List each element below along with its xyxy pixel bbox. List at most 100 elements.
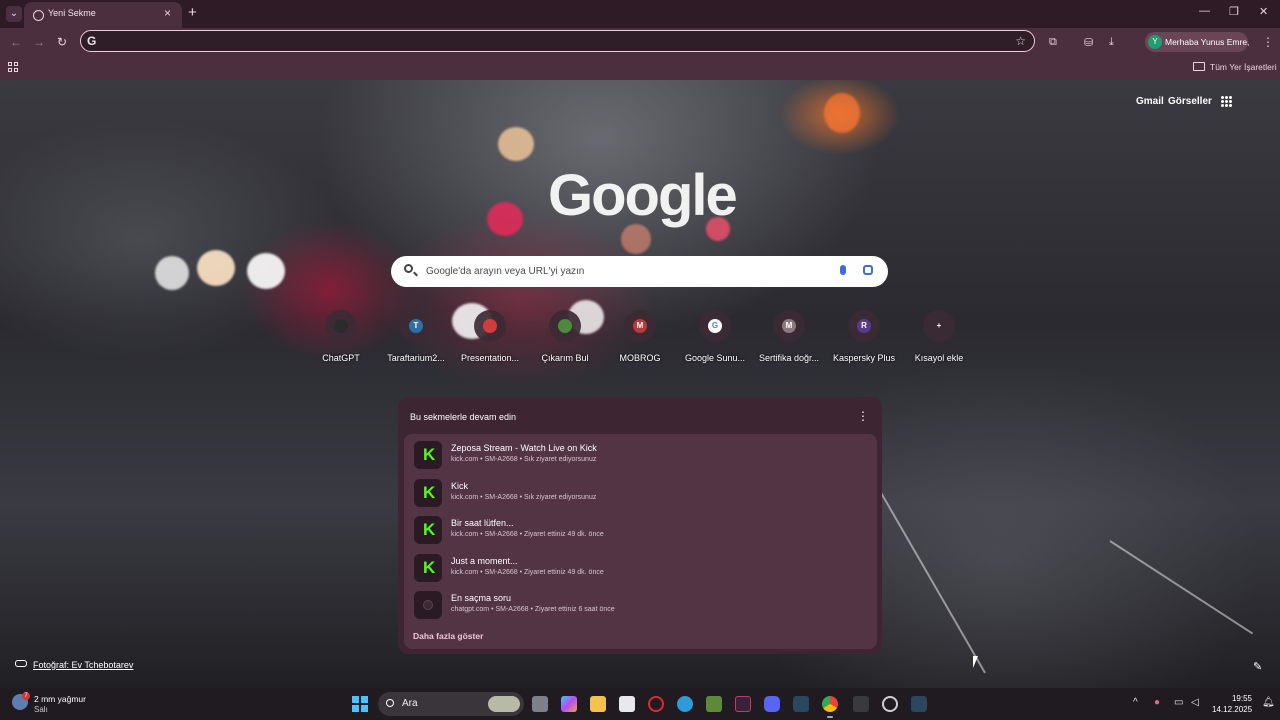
tab-search-button[interactable]: ⌄ xyxy=(6,6,22,22)
shortcut-icon xyxy=(549,310,581,342)
shortcut-label: ChatGPT xyxy=(322,353,360,363)
taskbar-search[interactable]: Ara xyxy=(378,692,524,716)
show-more-link[interactable]: Daha fazla göster xyxy=(413,631,483,641)
microphone-icon[interactable]: ● xyxy=(1154,697,1160,708)
game-launcher-icon[interactable] xyxy=(882,696,898,712)
shortcut-tile[interactable]: G Google Sunu... xyxy=(675,310,755,363)
google-g-icon: G xyxy=(87,34,97,48)
tab-title: Yeni Sekme xyxy=(48,8,96,18)
shortcut-tile[interactable]: M MOBROG xyxy=(600,310,680,363)
images-link[interactable]: Görseller xyxy=(1168,96,1212,107)
microsoft-store-icon[interactable] xyxy=(619,696,635,712)
steam-icon[interactable] xyxy=(793,696,809,712)
shortcut-icon: G xyxy=(699,310,731,342)
windows-start-icon[interactable] xyxy=(352,696,368,712)
recent-tab-meta: kick.com • SM-A2668 • Sık ziyaret ediyor… xyxy=(451,456,597,463)
tab-close-icon[interactable]: × xyxy=(164,6,171,20)
recent-tab-row[interactable]: K Just a moment... kick.com • SM-A2668 • Z… xyxy=(410,551,870,585)
shortcut-label: Sertifika doğr... xyxy=(758,353,820,363)
voice-search-icon[interactable] xyxy=(840,265,846,275)
weather-condition: 2 mm yağmur xyxy=(34,694,86,704)
weather-widget[interactable]: 7 2 mm yağmur Salı xyxy=(12,692,102,716)
recent-tab-row[interactable]: K Kick kick.com • SM-A2668 • Sık ziyaret e… xyxy=(410,476,870,510)
link-icon xyxy=(15,660,27,667)
steam-secondary-icon[interactable] xyxy=(911,696,927,712)
search-box[interactable]: Google'da arayın veya URL'yi yazın xyxy=(391,256,888,287)
recent-tab-meta: kick.com • SM-A2668 • Ziyaret ettiniz 49… xyxy=(451,531,604,538)
restore-icon[interactable]: ❐ xyxy=(1229,5,1239,18)
minimize-icon[interactable]: — xyxy=(1199,5,1210,17)
gmail-link[interactable]: Gmail xyxy=(1136,96,1164,107)
recent-tab-row[interactable]: En saçma soru chatgpt.com • SM-A2668 • Zi… xyxy=(410,588,870,622)
system-clock[interactable]: 19:55 14.12.2025 xyxy=(1212,693,1252,715)
close-window-icon[interactable]: ✕ xyxy=(1259,5,1268,18)
downloads-icon[interactable]: ⤓ xyxy=(1109,36,1114,49)
all-bookmarks-label: Tüm Yer İşaretleri xyxy=(1210,62,1277,72)
task-view-icon[interactable] xyxy=(532,696,548,712)
shortcut-tile[interactable]: Presentation... xyxy=(450,310,530,363)
shortcut-label: Çıkarım Bul xyxy=(541,353,589,363)
shortcut-tile[interactable]: Çıkarım Bul xyxy=(525,310,605,363)
tray-overflow-icon[interactable]: ^ xyxy=(1133,697,1138,708)
shortcut-favicon-icon: + xyxy=(936,321,942,330)
minecraft-icon[interactable] xyxy=(706,696,722,712)
tab-strip: ⌄ Yeni Sekme × + — ❐ ✕ xyxy=(0,0,1280,28)
shortcut-label: MOBROG xyxy=(619,353,661,363)
shortcut-tile[interactable]: + Kısayol ekle xyxy=(899,310,979,363)
continue-tabs-card: Bu sekmelerle devam edin ⋮ K Zeposa Strea… xyxy=(398,397,882,654)
chrome-favicon-icon xyxy=(33,10,44,21)
new-tab-plus-icon[interactable]: + xyxy=(188,4,197,21)
shortcut-tile[interactable]: ChatGPT xyxy=(301,310,381,363)
search-icon xyxy=(386,699,394,707)
kick-logo-icon: K xyxy=(423,482,436,502)
terminal-app-icon[interactable] xyxy=(735,696,751,712)
chrome-taskbar-icon[interactable] xyxy=(822,696,838,718)
apps-grid-icon[interactable] xyxy=(8,62,18,72)
shortcut-icon xyxy=(325,310,357,342)
volume-icon[interactable]: ◁ xyxy=(1191,697,1199,708)
customize-pencil-icon[interactable]: ✎ xyxy=(1253,660,1262,673)
file-explorer-icon[interactable] xyxy=(590,696,606,712)
recent-tab-row[interactable]: K Zeposa Stream - Watch Live on Kick kick.… xyxy=(410,438,870,472)
shortcut-favicon-icon: R xyxy=(857,319,871,333)
discord-icon[interactable] xyxy=(764,696,780,712)
google-lens-icon[interactable] xyxy=(863,265,873,275)
shortcut-tile[interactable]: T Taraftarium2... xyxy=(376,310,456,363)
folder-icon xyxy=(1193,62,1205,71)
kick-favicon-icon: K xyxy=(414,441,442,469)
edge-icon[interactable] xyxy=(677,696,693,712)
reload-icon[interactable]: ↻ xyxy=(57,35,67,49)
opera-icon[interactable] xyxy=(648,696,664,712)
weather-day: Salı xyxy=(34,705,48,714)
tab-groups-icon[interactable]: ⛁ xyxy=(1084,36,1093,49)
shortcut-tile[interactable]: R Kaspersky Plus xyxy=(824,310,904,363)
copilot-icon[interactable] xyxy=(561,696,577,712)
epic-games-icon[interactable] xyxy=(853,696,869,712)
extensions-puzzle-icon[interactable]: ⧉ xyxy=(1049,36,1057,49)
shortcut-icon: R xyxy=(848,310,880,342)
google-apps-icon[interactable] xyxy=(1221,96,1232,107)
network-icon[interactable]: ▭ xyxy=(1174,697,1183,708)
shortcut-favicon-icon: M xyxy=(633,319,647,333)
all-bookmarks-button[interactable]: Tüm Yer İşaretleri xyxy=(1193,62,1277,72)
shortcut-favicon-icon xyxy=(483,319,497,333)
photo-credit-text: Fotoğraf: Ev Tchebotarev xyxy=(33,660,134,670)
notifications-icon[interactable]: 🔔︎ xyxy=(1262,697,1275,708)
chrome-menu-icon[interactable]: ⋮ xyxy=(1262,35,1274,49)
address-bar[interactable]: G ☆ xyxy=(80,30,1035,52)
shortcut-icon: M xyxy=(624,310,656,342)
profile-chip[interactable]: Y Merhaba Yunus Emre, xyxy=(1145,32,1249,52)
card-menu-icon[interactable]: ⋮ xyxy=(857,409,869,423)
shortcut-tile[interactable]: M Sertifika doğr... xyxy=(749,310,829,363)
windows-taskbar: 7 2 mm yağmur Salı Ara ^ ● ▭ ◁ 19:55 14.… xyxy=(0,688,1280,720)
bookmark-star-icon[interactable]: ☆ xyxy=(1015,34,1026,48)
shortcut-favicon-icon: M xyxy=(782,319,796,333)
google-logo: Google xyxy=(548,163,738,228)
photo-credit-link[interactable]: Fotoğraf: Ev Tchebotarev xyxy=(15,660,133,670)
kick-favicon-icon: K xyxy=(414,478,442,507)
forward-arrow-icon[interactable]: → xyxy=(33,35,45,49)
recent-tab-meta: chatgpt.com • SM-A2668 • Ziyaret ettiniz… xyxy=(451,606,615,613)
tab-new-tab[interactable]: Yeni Sekme × xyxy=(24,2,182,28)
back-arrow-icon[interactable]: ← xyxy=(10,35,22,49)
recent-tab-row[interactable]: K Bir saat lütfen... kick.com • SM-A2668 •… xyxy=(410,513,870,547)
